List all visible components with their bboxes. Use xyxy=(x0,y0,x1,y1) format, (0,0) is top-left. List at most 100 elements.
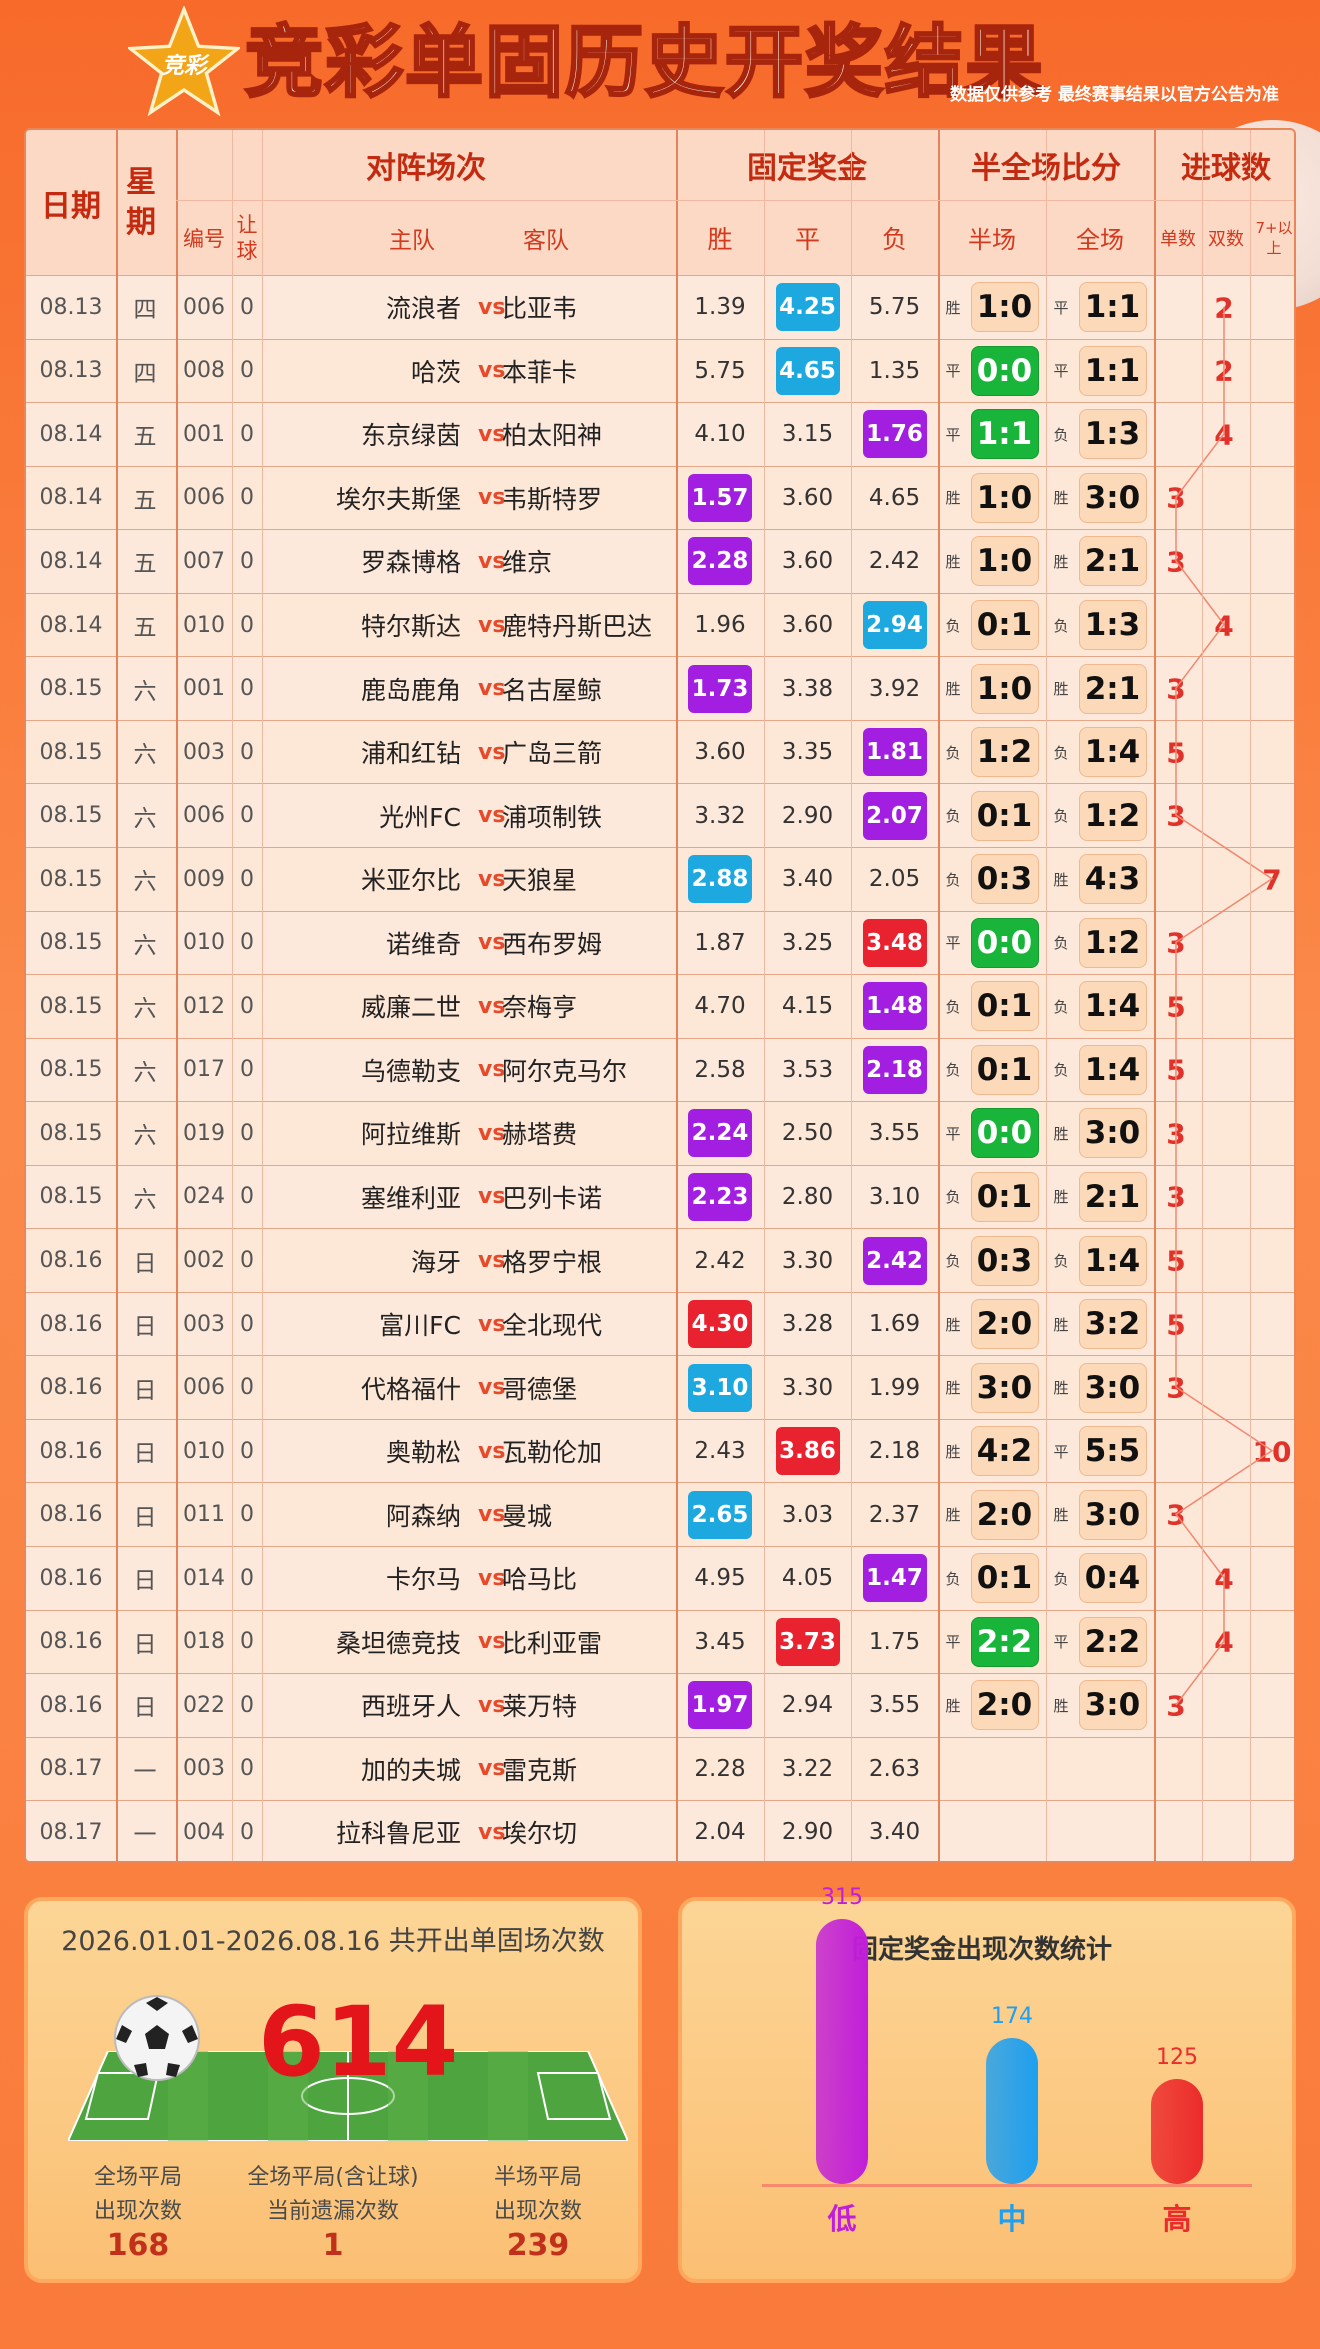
full-score: 3:0 xyxy=(1078,1108,1147,1159)
half-score-cell: 负 0:1 xyxy=(938,1166,1046,1229)
half-score: 0:1 xyxy=(970,790,1039,841)
date-cell: 08.16 xyxy=(39,1438,103,1464)
away-team-cell: 鹿特丹斯巴达 xyxy=(502,612,653,641)
number-cell: 009 xyxy=(183,866,225,892)
prize-bar-0 xyxy=(816,1919,868,2184)
win-odds-cell: 3.45 xyxy=(694,1628,746,1655)
away-team-cell: 本菲卡 xyxy=(502,357,578,387)
half-score: 0:1 xyxy=(970,1553,1039,1604)
home-team-cell: 诺维奇 xyxy=(385,929,461,959)
half-score-cell: 平 2:2 xyxy=(938,1611,1046,1674)
date-cell: 08.14 xyxy=(39,485,103,511)
weekday-cell: 五 xyxy=(133,424,157,451)
home-team-cell: 乌德勒支 xyxy=(360,1056,461,1086)
half-result-tag: 负 xyxy=(945,743,961,762)
stat-label: 半场平局 xyxy=(493,2165,582,2190)
goal-count: 2 xyxy=(1214,354,1234,388)
table-row: 08.15 六 024 0 塞维利亚 vs 巴列卡诺 2.23 2.80 3.10 负 0:1 胜 2:1… xyxy=(26,1164,1294,1229)
away-team-cell: 阿尔克马尔 xyxy=(502,1056,628,1086)
lose-odds-cell: 4.65 xyxy=(868,484,921,511)
handicap-cell: 0 xyxy=(240,1248,254,1273)
half-score-cell: 胜 3:0 xyxy=(938,1356,1046,1419)
handicap-cell: 0 xyxy=(240,1375,254,1401)
home-team-cell: 代格福什 xyxy=(360,1374,461,1404)
full-score: 3:0 xyxy=(1078,1680,1147,1731)
handicap-cell: 0 xyxy=(240,866,254,892)
win-odds-cell: 1.96 xyxy=(694,612,746,638)
header-date: 日期 xyxy=(41,188,101,224)
full-score-cell: 胜 3:0 xyxy=(1046,1102,1154,1165)
lose-odds-cell: 2.18 xyxy=(851,1039,938,1102)
number-cell: 010 xyxy=(183,930,225,956)
full-score: 1:4 xyxy=(1078,981,1147,1032)
date-cell: 08.16 xyxy=(39,1311,103,1337)
home-team-cell: 埃尔夫斯堡 xyxy=(335,484,461,514)
lose-odds-cell: 2.18 xyxy=(868,1438,921,1465)
lose-odds-cell: 2.94 xyxy=(851,594,938,657)
full-result-tag: 胜 xyxy=(1053,870,1069,889)
lose-odds-cell: 1.69 xyxy=(868,1311,921,1338)
win-odds-cell: 3.32 xyxy=(694,802,746,829)
lose-odds-cell: 1.35 xyxy=(868,357,921,384)
half-result-tag: 胜 xyxy=(945,1506,961,1525)
highlight-odds-badge: 2.65 xyxy=(688,1490,752,1539)
away-team-cell: 格罗宁根 xyxy=(502,1247,603,1277)
away-team-cell: 比亚韦 xyxy=(502,294,578,324)
full-score: 1:4 xyxy=(1078,1235,1147,1286)
win-odds-cell: 3.10 xyxy=(676,1356,764,1419)
half-result-tag: 负 xyxy=(945,1569,961,1588)
full-score: 5:5 xyxy=(1078,1426,1147,1477)
away-team-cell: 瓦勒伦加 xyxy=(502,1438,603,1468)
half-score: 0:3 xyxy=(970,854,1039,905)
table-row: 08.15 六 010 0 诺维奇 vs 西布罗姆 1.87 3.25 3.48 平 0:0 负 1:2 3 xyxy=(26,910,1294,974)
half-score-cell: 负 0:1 xyxy=(938,784,1046,847)
half-score-cell: 平 1:1 xyxy=(938,403,1046,466)
away-team-cell: 柏太阳神 xyxy=(502,421,603,451)
home-team-cell: 塞维利亚 xyxy=(360,1183,461,1213)
full-score: 1:1 xyxy=(1078,282,1147,333)
draw-odds-cell: 3.15 xyxy=(781,421,834,448)
subheader-draw: 平 xyxy=(794,224,820,254)
half-score: 0:1 xyxy=(970,600,1039,650)
away-team-cell: 莱万特 xyxy=(502,1692,578,1722)
grid-line xyxy=(176,130,178,1861)
table-row: 08.14 五 007 0 罗森博格 vs 维京 2.28 3.60 2.42 胜 1:0 胜 2:1 3 xyxy=(26,529,1294,593)
highlight-odds-badge: 2.42 xyxy=(862,1236,927,1285)
date-cell: 08.16 xyxy=(39,1692,103,1718)
half-score: 1:1 xyxy=(970,409,1039,460)
half-result-tag: 平 xyxy=(945,425,961,444)
away-team-cell: 奈梅亨 xyxy=(502,993,578,1023)
lose-odds-cell: 3.55 xyxy=(868,1120,921,1147)
full-score-cell: 平 2:2 xyxy=(1046,1611,1154,1674)
draw-odds-cell: 3.28 xyxy=(781,1311,834,1338)
disclaimer-note: 数据仅供参考 最终赛事结果以官方公告为准 xyxy=(950,85,1279,105)
lose-odds-cell: 2.37 xyxy=(868,1501,921,1528)
full-score: 3:0 xyxy=(1078,1489,1147,1540)
goal-count: 5 xyxy=(1166,1244,1186,1278)
number-cell: 006 xyxy=(183,1375,225,1401)
half-score: 0:0 xyxy=(970,1108,1039,1159)
bar-category-label: 高 xyxy=(1162,2202,1192,2236)
number-cell: 007 xyxy=(183,548,225,574)
stat-value: 168 xyxy=(106,2228,170,2263)
highlight-odds-badge: 2.24 xyxy=(688,1109,752,1158)
grid-line xyxy=(1250,130,1251,1861)
goal-count: 5 xyxy=(1166,1053,1186,1087)
half-score: 0:1 xyxy=(970,1044,1039,1095)
lose-odds-cell: 1.76 xyxy=(851,403,938,466)
table-row: 08.16 日 011 0 阿森纳 vs 曼城 2.65 3.03 2.37 胜 2:0 胜 3:0 3 xyxy=(26,1482,1294,1546)
home-team-cell: 西班牙人 xyxy=(360,1692,461,1722)
date-cell: 08.15 xyxy=(39,1057,103,1083)
win-odds-cell: 4.30 xyxy=(676,1293,764,1356)
lose-odds-cell: 3.55 xyxy=(868,1692,921,1719)
win-odds-cell: 4.95 xyxy=(694,1565,746,1592)
star-logo-icon: 竞彩 xyxy=(128,6,240,117)
highlight-odds-badge: 3.10 xyxy=(688,1363,752,1412)
home-team-cell: 浦和红钻 xyxy=(360,739,461,769)
away-team-cell: 雷克斯 xyxy=(502,1755,578,1785)
table-header: 日期 星期 对阵场次 固定奖金 半全场比分 进球数 编号 让球 主队 客队 胜 … xyxy=(26,130,1294,275)
highlight-odds-badge: 3.48 xyxy=(862,918,927,967)
date-cell: 08.15 xyxy=(39,739,103,765)
highlight-odds-badge: 1.81 xyxy=(862,728,927,777)
full-score: 3:0 xyxy=(1078,1362,1147,1413)
